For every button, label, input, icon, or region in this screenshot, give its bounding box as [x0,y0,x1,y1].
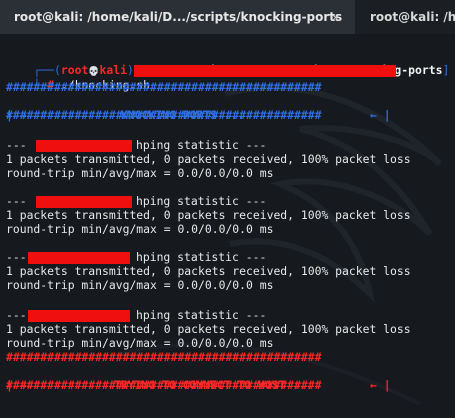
terminal-output[interactable]: ┌──(root💀kali)-[/home/kali/Downloads/scr… [0,34,455,418]
redacted-ip [36,196,132,208]
stat-line-rtt: round-trip min/avg/max = 0.0/0.0/0.0 ms [6,166,274,180]
stat-line-packets: 1 packets transmitted, 0 packets receive… [6,264,411,278]
redacted-ip [28,252,130,264]
stat-suffix: hping statistic --- [136,308,267,322]
tab-bar: root@kali: /home/kali/D.../scripts/knock… [0,0,455,35]
stat-suffix: hping statistic --- [136,138,267,152]
stat-line-rtt: round-trip min/avg/max = 0.0/0.0/0.0 ms [6,278,274,292]
prompt-line-2: └─# ./knocking.sh [6,63,150,92]
tab-active-label: root@kali: /home/kali/D.../scripts/knock… [14,10,343,24]
stat-header-3: --- hping statistic --- [6,250,266,265]
stat-line-rtt: round-trip min/avg/max = 0.0/0.0/0.0 ms [6,222,274,236]
stat-suffix: hping statistic --- [136,194,267,208]
banner-bottom-hashes-2: ########################################… [6,378,322,392]
stat-prefix: --- [6,194,27,208]
redacted-ip [28,310,130,322]
stat-header-2: --- hping statistic --- [6,194,266,209]
stat-line-packets: 1 packets transmitted, 0 packets receive… [6,322,411,336]
stat-line-rtt: round-trip min/avg/max = 0.0/0.0/0.0 ms [6,336,274,350]
banner-top-hashes-2: ########################################… [6,108,322,122]
redacted-ip [36,140,132,152]
prompt-close: ] [442,63,450,77]
tab-inactive[interactable]: root@kali: /ho [356,0,455,34]
banner-bottom-row: | → TRYING TO CONNECT TO HOST ... ← | [6,364,396,392]
stat-prefix: --- [6,250,27,264]
redacted-command-args [134,65,396,77]
prompt-line-1: ┌──(root💀kali)-[/home/kali/Downloads/scr… [6,48,449,77]
stat-suffix: hping statistic --- [136,250,267,264]
tab-active[interactable]: root@kali: /home/kali/D.../scripts/knock… [0,0,355,34]
stat-line-packets: 1 packets transmitted, 0 packets receive… [6,152,411,166]
banner-top-row: | → KNOCKING PORTS ... ← | [6,94,396,122]
banner-top-hashes-1: ########################################… [6,80,322,94]
stat-prefix: --- [6,138,27,152]
stat-prefix: --- [6,308,27,322]
stat-header-4: --- hping statistic --- [6,308,266,323]
tab-inactive-label: root@kali: /ho [370,10,455,24]
banner-bottom-hashes-1: ########################################… [6,350,322,364]
stat-line-packets: 1 packets transmitted, 0 packets receive… [6,208,411,222]
stat-header-1: --- hping statistic --- [6,138,266,153]
close-icon[interactable]: × [331,11,340,24]
